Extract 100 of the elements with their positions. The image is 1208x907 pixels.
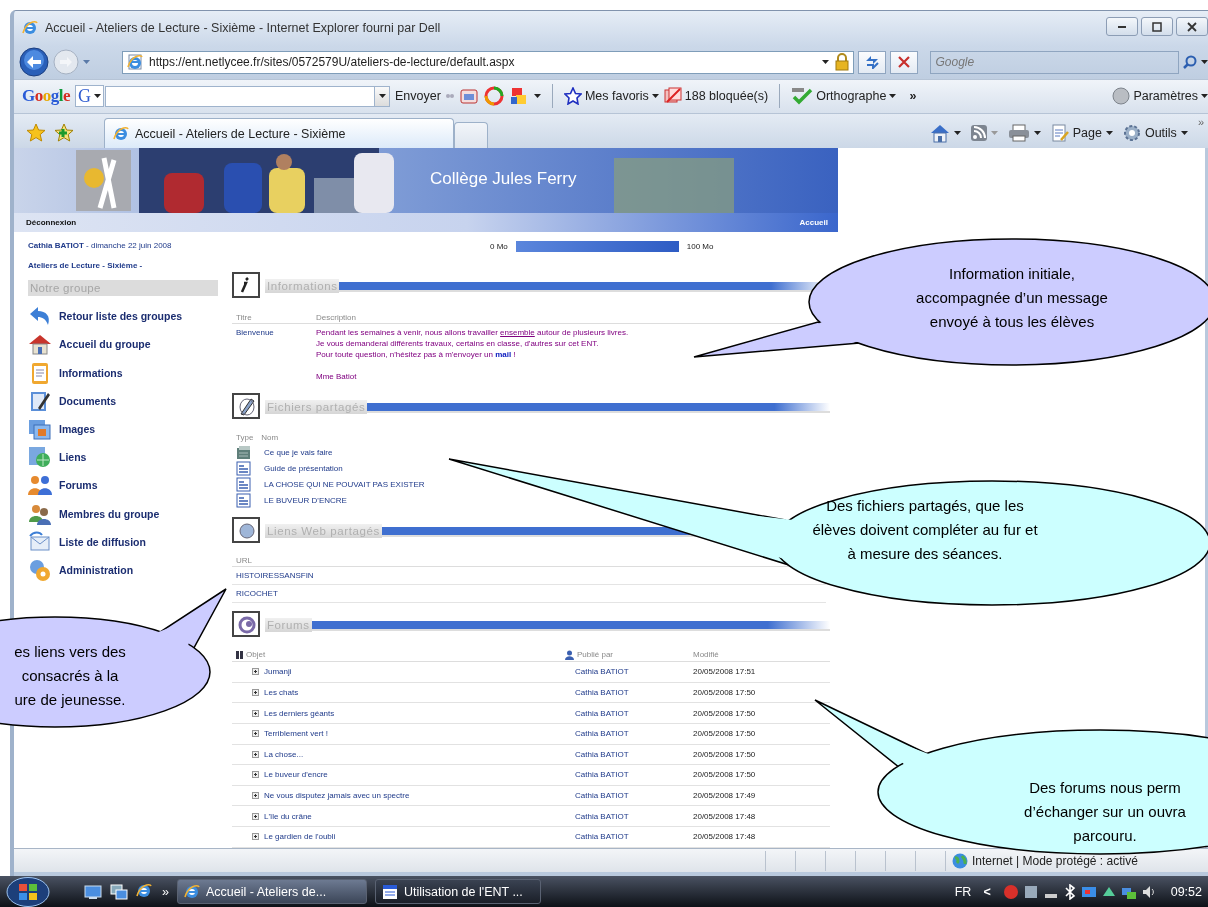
minimize-button[interactable]: [1106, 17, 1138, 36]
start-button[interactable]: [6, 876, 50, 907]
blocked-window-icon: [663, 87, 682, 106]
link[interactable]: ensemble: [500, 328, 535, 338]
author-link[interactable]: Cathia BATIOT: [575, 667, 693, 677]
browser-tab[interactable]: Accueil - Ateliers de Lecture - Sixième: [104, 118, 454, 149]
maximize-button[interactable]: [1141, 17, 1173, 36]
address-field[interactable]: https://ent.netlycee.fr/sites/0572579U/ateliers-de-lecture/default.aspx: [122, 50, 854, 74]
tools-menu-button[interactable]: Outils: [1122, 118, 1188, 149]
sidebar-item[interactable]: Liens: [28, 443, 218, 472]
windows-switch-icon[interactable]: [110, 883, 128, 900]
search-options-button[interactable]: [1201, 60, 1208, 65]
back-button[interactable]: [19, 47, 49, 78]
page-menu-button[interactable]: Page: [1050, 118, 1113, 149]
callout-text: es liens vers des consacrés à la ure de jeunesse.: [13, 642, 127, 710]
author-link[interactable]: Cathia BATIOT: [575, 749, 693, 759]
callout-text: Des fichiers partagés, que les élèves doivent compléter au fur et à mesure des séances.: [811, 496, 1039, 564]
bluetooth-icon[interactable]: [1062, 883, 1077, 900]
settings-button[interactable]: Paramètres: [1112, 87, 1208, 106]
forum-topic-link[interactable]: Les chats: [264, 688, 299, 698]
forum-topic-link[interactable]: Jumanji: [264, 667, 292, 677]
home-link[interactable]: Accueil: [799, 218, 828, 228]
history-button[interactable]: [83, 60, 90, 65]
tray-expand-button[interactable]: <: [983, 884, 991, 899]
more-button[interactable]: »: [909, 89, 917, 104]
window-title: Accueil - Ateliers de Lecture - Sixième - Internet Explorer fourni par Dell: [45, 21, 442, 36]
author-link[interactable]: Cathia BATIOT: [575, 770, 693, 780]
quota-min-label: 0 Mo: [490, 241, 508, 251]
add-star-icon: [54, 123, 74, 144]
caret-icon: [651, 94, 659, 99]
more-button[interactable]: »: [162, 884, 169, 899]
desktop-icon[interactable]: [84, 883, 102, 900]
search-field[interactable]: Google: [929, 50, 1179, 74]
user-info: Cathia BATIOT - dimanche 22 juin 2008: [28, 240, 173, 253]
sidebar-item[interactable]: Liste de diffusion: [28, 527, 218, 556]
author-link[interactable]: Cathia BATIOT: [575, 688, 693, 698]
taskbar-button[interactable]: Utilisation de l'ENT ...: [374, 879, 541, 904]
search-engine-button[interactable]: G: [75, 85, 104, 108]
new-tab-button[interactable]: [454, 122, 488, 149]
forum-topic-link[interactable]: Les derniers géants: [264, 708, 335, 718]
author-link[interactable]: Cathia BATIOT: [575, 832, 693, 842]
file-link[interactable]: Guide de présentation: [264, 463, 343, 473]
forum-topic-link[interactable]: Terriblement vert !: [264, 729, 329, 739]
search-icon: [1183, 55, 1197, 70]
web-link[interactable]: RICOCHET: [236, 589, 278, 599]
browser-icon: [183, 883, 200, 900]
taskbar-button[interactable]: Accueil - Ateliers de...: [176, 879, 367, 904]
modified-date: 20/05/2008 17:50: [693, 749, 757, 759]
close-button[interactable]: [1176, 17, 1208, 36]
document-icon: [236, 460, 251, 476]
house-icon: [28, 332, 52, 357]
section-title: Forums: [265, 618, 312, 633]
forum-topic-link[interactable]: Le gardien de l'oubli: [264, 832, 336, 842]
author-link[interactable]: Cathia BATIOT: [575, 791, 693, 801]
forum-topic-link[interactable]: Ne vous disputez jamais avec un spectre: [264, 791, 410, 801]
envelope-icon: [28, 529, 52, 554]
sidebar-item[interactable]: Documents: [28, 386, 218, 415]
favorites-button[interactable]: Mes favoris: [563, 87, 659, 106]
lock-icon: [834, 53, 849, 72]
sidebar-item[interactable]: Informations: [28, 358, 218, 387]
forum-topic-link[interactable]: La chose...: [264, 749, 304, 759]
popup-blocker-button[interactable]: 188 bloquée(s): [663, 87, 769, 106]
language-indicator[interactable]: FR: [954, 884, 972, 899]
maximize-icon: [1152, 21, 1162, 32]
file-link[interactable]: LA CHOSE QUI NE POUVAIT PAS EXISTER: [264, 479, 425, 489]
toolbar-search-field[interactable]: [105, 85, 375, 107]
star-icon: [26, 123, 46, 144]
caret-icon: [1180, 131, 1188, 136]
house-icon: [929, 123, 950, 144]
logout-link[interactable]: Déconnexion: [26, 218, 77, 228]
close-icon: [1187, 21, 1197, 32]
more-button[interactable]: »: [1197, 116, 1204, 129]
author-link[interactable]: Cathia BATIOT: [575, 708, 693, 718]
link[interactable]: mail: [495, 350, 512, 360]
forum-topic-link[interactable]: Le buveur d'encre: [264, 770, 328, 780]
stop-button[interactable]: [889, 50, 918, 74]
tray-icon[interactable]: [1022, 883, 1039, 900]
web-link[interactable]: HISTOIRESSANSFIN: [236, 571, 314, 581]
document-icon: [236, 492, 251, 508]
spelling-button[interactable]: Orthographe: [791, 87, 897, 106]
sidebar-item[interactable]: Images: [28, 414, 218, 444]
caret-icon: [953, 131, 961, 136]
modified-date: 20/05/2008 17:50: [693, 729, 757, 739]
author-link[interactable]: Cathia BATIOT: [575, 811, 693, 821]
send-button[interactable]: Envoyer: [395, 89, 441, 104]
file-link[interactable]: Ce que je vais faire: [264, 447, 333, 457]
page-icon: [127, 54, 143, 71]
sidebar-item[interactable]: Accueil du groupe: [28, 330, 218, 359]
sidebar-item[interactable]: Retour liste des groupes: [28, 302, 218, 331]
refresh-button[interactable]: [857, 50, 886, 74]
minimize-icon: [1118, 25, 1126, 28]
info-title-link[interactable]: Bienvenue: [236, 327, 316, 361]
file-link[interactable]: LE BUVEUR D'ENCRE: [264, 495, 347, 505]
sidebar-item[interactable]: Forums: [28, 471, 218, 500]
forum-topic-link[interactable]: L'île du crâne: [264, 811, 312, 821]
pictures-icon: [28, 417, 52, 441]
expand-icon: [252, 771, 259, 779]
sidebar-item[interactable]: Membres du groupe: [28, 499, 218, 528]
author-link[interactable]: Cathia BATIOT: [575, 729, 693, 739]
sidebar-item[interactable]: Administration: [28, 555, 218, 585]
